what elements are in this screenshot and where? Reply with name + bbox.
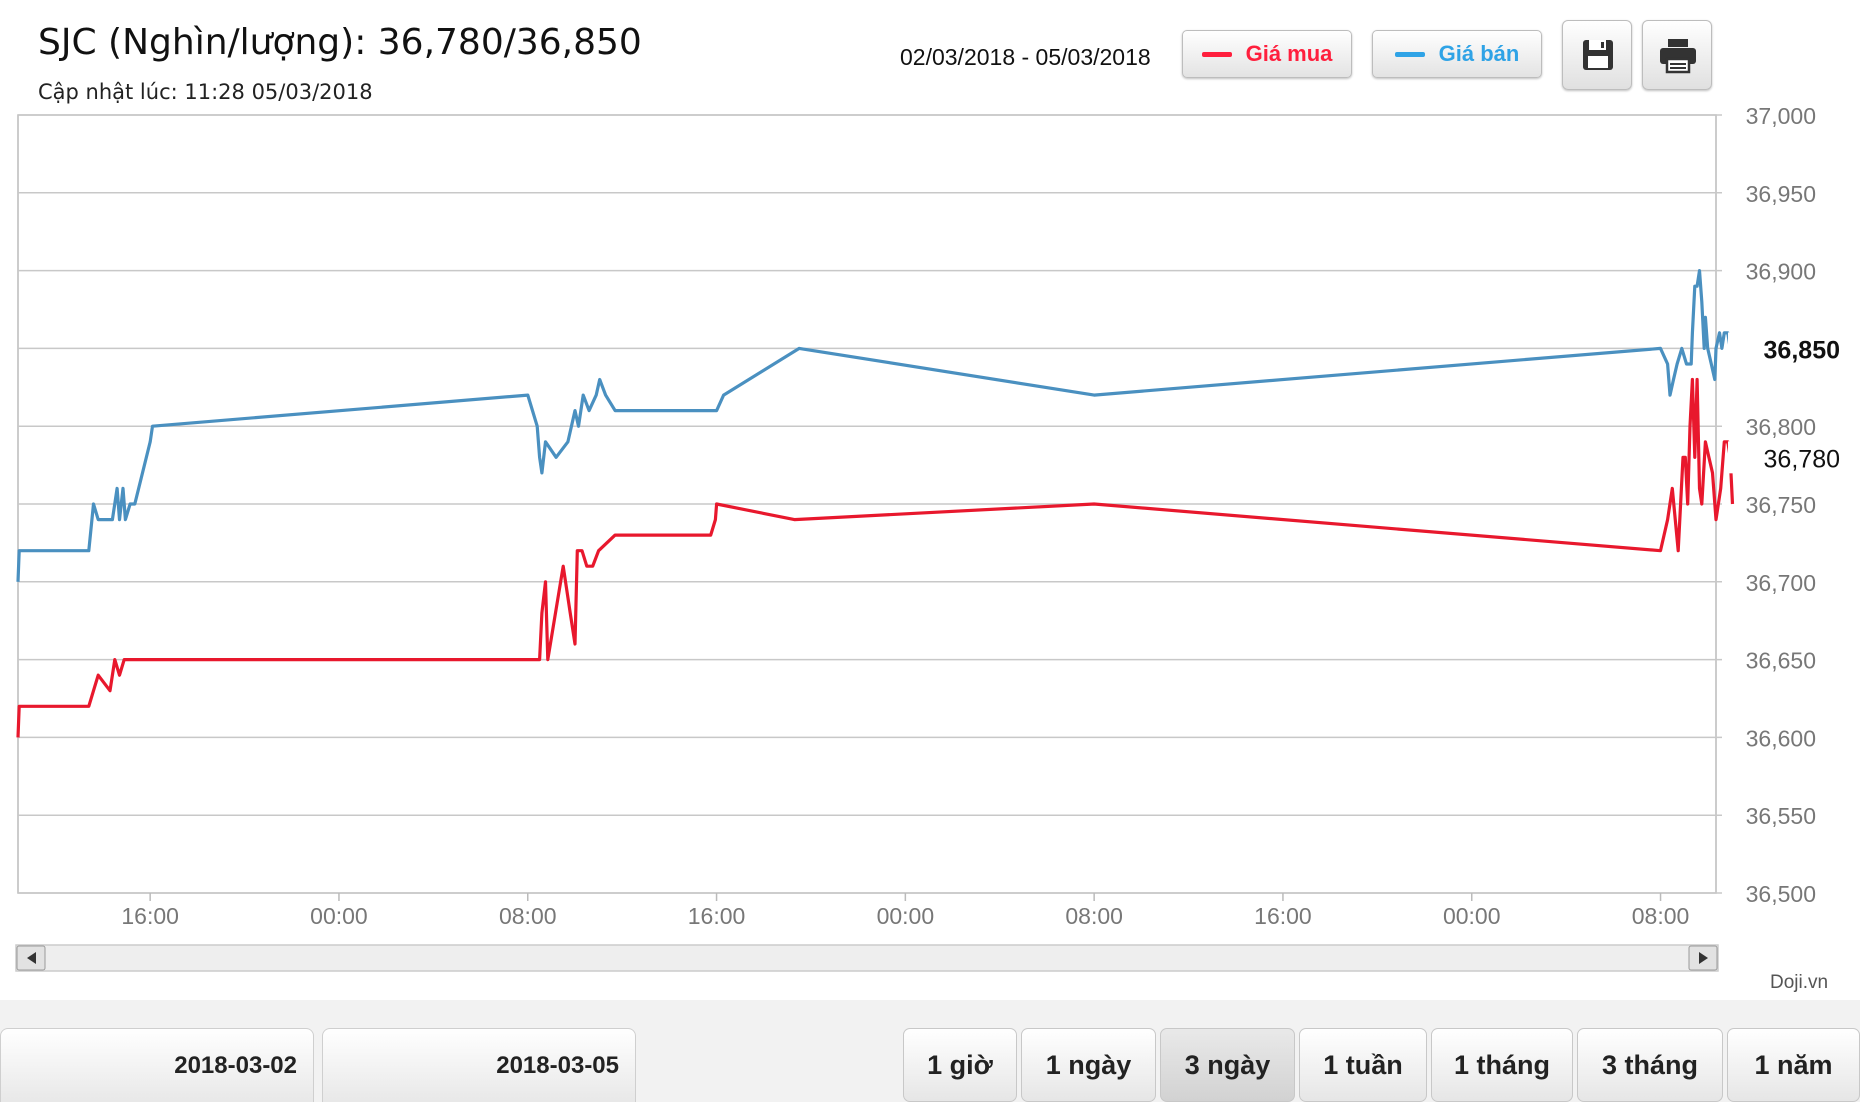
range-button[interactable]: 1 tháng (1431, 1028, 1573, 1102)
x-tick-label: 16:00 (121, 903, 179, 929)
x-tick-label: 00:00 (1443, 903, 1501, 929)
y-tick-label: 36,650 (1746, 648, 1816, 674)
navigator-from-label: 2018-03-02 (174, 1051, 297, 1079)
range-button-label: 3 tháng (1601, 1049, 1698, 1080)
x-tick-label: 08:00 (499, 903, 557, 929)
watermark: Doji.vn (1770, 972, 1829, 993)
x-tick-label: 08:00 (1632, 903, 1690, 929)
range-button-label: 1 tuần (1323, 1049, 1403, 1080)
current-buy-label: 36,780 (1764, 445, 1840, 473)
y-tick-label: 36,600 (1746, 725, 1816, 751)
range-button-label: 3 ngày (1184, 1049, 1271, 1080)
range-button[interactable]: 3 ngày (1160, 1028, 1295, 1102)
range-button-label: 1 giờ (927, 1049, 993, 1080)
x-tick-label: 16:00 (1254, 903, 1312, 929)
current-sell-label: 36,850 (1764, 336, 1840, 364)
range-button[interactable]: 1 ngày (1021, 1028, 1156, 1102)
navigator-to-tab[interactable]: 2018-03-05 (322, 1028, 636, 1102)
y-tick-label: 36,500 (1746, 881, 1816, 907)
x-tick-label: 08:00 (1065, 903, 1123, 929)
x-tick-label: 16:00 (688, 903, 746, 929)
range-button-label: 1 năm (1754, 1049, 1833, 1080)
range-button[interactable]: 1 năm (1727, 1028, 1860, 1102)
y-tick-label: 36,800 (1746, 414, 1816, 440)
y-tick-label: 36,950 (1746, 181, 1816, 207)
y-tick-label: 36,700 (1746, 570, 1816, 596)
range-button-label: 1 ngày (1045, 1049, 1132, 1080)
range-button[interactable]: 3 tháng (1577, 1028, 1723, 1102)
range-button[interactable]: 1 tuần (1299, 1028, 1427, 1102)
y-tick-label: 36,750 (1746, 492, 1816, 518)
range-button[interactable]: 1 giờ (903, 1028, 1017, 1102)
range-button-label: 1 tháng (1453, 1049, 1550, 1080)
scrollbar-track[interactable] (15, 944, 1719, 972)
y-tick-label: 36,900 (1746, 259, 1816, 285)
y-tick-label: 36,550 (1746, 803, 1816, 829)
price-chart: 36,500 36,550 36,600 36,650 36,700 36,750 36,8… (15, 103, 1846, 972)
x-tick-label: 00:00 (310, 903, 368, 929)
navigator-from-tab[interactable]: 2018-03-02 (0, 1028, 314, 1102)
navigator-to-label: 2018-03-05 (496, 1051, 619, 1079)
x-tick-label: 00:00 (877, 903, 935, 929)
y-tick-label: 37,000 (1746, 103, 1816, 129)
